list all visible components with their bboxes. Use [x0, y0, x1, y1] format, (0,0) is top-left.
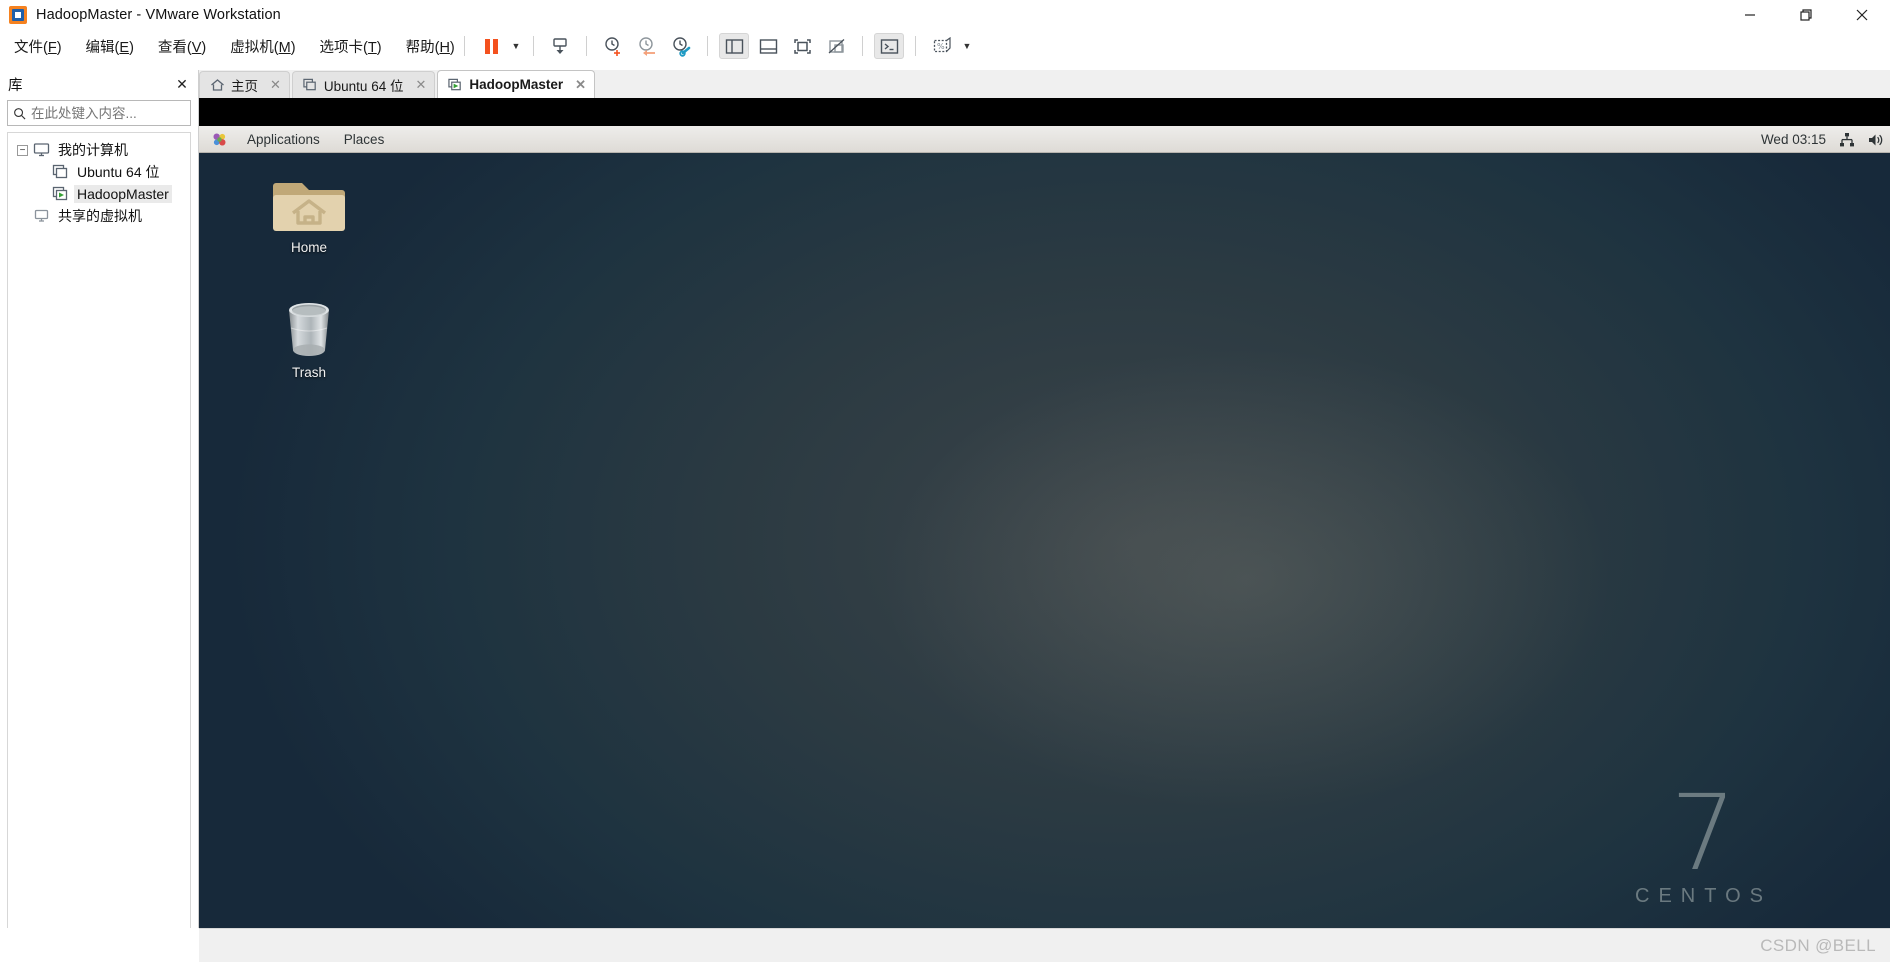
unity-mode-icon[interactable]: [821, 33, 851, 59]
thumbnail-bar-icon[interactable]: [753, 33, 783, 59]
library-search[interactable]: ▼: [7, 100, 225, 126]
window-title: HadoopMaster - VMware Workstation: [36, 7, 281, 23]
places-menu[interactable]: Places: [332, 132, 397, 147]
snapshot-manager-icon[interactable]: [666, 33, 696, 59]
main-toolbar: ▼ % ▼: [455, 30, 975, 62]
tab-label: 主页: [231, 79, 258, 94]
tree-item-hadoopmaster[interactable]: HadoopMaster: [8, 183, 190, 205]
search-input[interactable]: [31, 105, 208, 121]
desktop-icon-label: Trash: [291, 365, 326, 380]
csdn-watermark: CSDN @BELL: [1760, 935, 1876, 955]
gnome-top-panel: Applications Places Wed 03:15: [199, 126, 1890, 153]
tree-item-ubuntu[interactable]: Ubuntu 64 位: [8, 161, 190, 183]
tab-ubuntu-64[interactable]: Ubuntu 64 位 ✕: [291, 71, 436, 98]
menu-help-label: 帮助(: [405, 39, 440, 56]
close-icon[interactable]: [1834, 0, 1890, 30]
applications-menu[interactable]: Applications: [235, 132, 332, 147]
restore-icon[interactable]: [1778, 0, 1834, 30]
vm-running-icon: [52, 186, 68, 201]
status-bar-left-filler: [0, 928, 199, 962]
collapse-icon[interactable]: −: [17, 144, 28, 156]
title-bar: HadoopMaster - VMware Workstation: [0, 0, 1890, 30]
centos-branding: 7 CENTOS: [1635, 772, 1772, 908]
vm-running-icon: [448, 78, 462, 90]
menu-edit-label: 编辑(: [85, 39, 120, 56]
menu-edit[interactable]: 编辑(E): [76, 33, 144, 60]
tree-item-label: 我的计算机: [58, 142, 128, 158]
computer-icon: [33, 143, 50, 157]
snapshot-add-icon[interactable]: [598, 33, 628, 59]
desktop-icon-trash[interactable]: Trash: [259, 298, 359, 380]
home-icon: [211, 79, 224, 91]
close-icon[interactable]: ✕: [415, 77, 426, 93]
library-tree: − 我的计算机 Ubuntu 64 位 HadoopMaster 共享的虚拟机: [7, 132, 191, 952]
toolbar-divider: [586, 36, 587, 56]
gnome-desktop[interactable]: Home Trash 7 CENTOS: [199, 153, 1890, 928]
vm-icon: [52, 164, 68, 179]
console-prompt-icon[interactable]: [874, 33, 904, 59]
menu-file-label: 文件(: [14, 39, 48, 56]
toolbar-divider: [862, 36, 863, 56]
centos-version: 7: [1670, 772, 1737, 894]
vmware-logo-icon: [9, 6, 27, 24]
toolbar-divider: [707, 36, 708, 56]
vm-tab-strip: 主页 ✕ Ubuntu 64 位 ✕ HadoopMaster ✕: [199, 70, 1890, 98]
pause-icon[interactable]: [476, 33, 506, 59]
menu-view[interactable]: 查看(V): [148, 33, 216, 60]
centos-name: CENTOS: [1635, 885, 1772, 907]
snapshot-revert-icon[interactable]: [632, 33, 662, 59]
tree-item-label: 共享的虚拟机: [58, 208, 142, 224]
library-panel: 库 ✕ ▼ − 我的计算机: [0, 70, 225, 962]
menu-tabs-label: 选项卡(: [319, 39, 368, 56]
trash-can-icon: [280, 298, 338, 360]
minimize-icon[interactable]: [1722, 0, 1778, 30]
tree-item-label: HadoopMaster: [74, 185, 172, 203]
menu-tabs[interactable]: 选项卡(T): [310, 33, 392, 60]
toolbar-divider: [464, 36, 465, 56]
tab-home[interactable]: 主页 ✕: [199, 71, 290, 98]
send-keys-icon[interactable]: [545, 33, 575, 59]
menu-vm-label: 虚拟机(: [230, 39, 279, 56]
home-folder-icon: [272, 173, 346, 235]
shared-vms-icon: [34, 209, 49, 222]
tree-item-shared-vms[interactable]: 共享的虚拟机: [8, 205, 190, 227]
display-stretch-icon[interactable]: %: [927, 33, 957, 59]
tab-label: HadoopMaster: [469, 77, 564, 92]
caret-down-icon[interactable]: ▼: [508, 33, 524, 59]
menu-file-mnemonic: F: [47, 39, 57, 56]
vm-icon: [303, 78, 316, 91]
library-pane-icon[interactable]: [719, 33, 749, 59]
close-icon[interactable]: ✕: [270, 77, 281, 93]
library-header: 库 ✕: [0, 70, 198, 98]
window-controls: [1722, 0, 1890, 30]
gnome-foot-icon[interactable]: [212, 132, 227, 147]
menu-file[interactable]: 文件(F): [4, 33, 72, 60]
network-icon[interactable]: [1839, 132, 1855, 148]
svg-text:%: %: [937, 42, 945, 51]
toolbar-divider: [915, 36, 916, 56]
vm-console[interactable]: Applications Places Wed 03:15 Home Trash…: [199, 98, 1890, 928]
menu-vm[interactable]: 虚拟机(M): [220, 33, 305, 60]
panel-clock[interactable]: Wed 03:15: [1761, 132, 1826, 147]
library-title: 库: [8, 77, 23, 94]
status-bar: CSDN @BELL: [0, 928, 1890, 962]
search-icon: [14, 107, 26, 119]
caret-down-icon[interactable]: ▼: [959, 33, 975, 59]
close-icon[interactable]: ✕: [575, 77, 586, 93]
tree-item-label: Ubuntu 64 位: [77, 164, 160, 180]
desktop-icon-label: Home: [290, 240, 327, 255]
fullscreen-icon[interactable]: [787, 33, 817, 59]
toolbar-divider: [533, 36, 534, 56]
vmware-workstation-window: HadoopMaster - VMware Workstation 文件(F) …: [0, 0, 1890, 962]
desktop-icon-home[interactable]: Home: [259, 173, 359, 255]
menu-view-label: 查看(: [157, 39, 192, 56]
tab-label: Ubuntu 64 位: [323, 79, 404, 94]
tab-hadoopmaster[interactable]: HadoopMaster ✕: [437, 70, 596, 98]
tree-item-my-computer[interactable]: − 我的计算机: [8, 139, 190, 161]
panel-status-area: Wed 03:15: [1761, 126, 1890, 153]
volume-icon[interactable]: [1868, 132, 1884, 148]
close-icon[interactable]: ✕: [174, 76, 190, 93]
